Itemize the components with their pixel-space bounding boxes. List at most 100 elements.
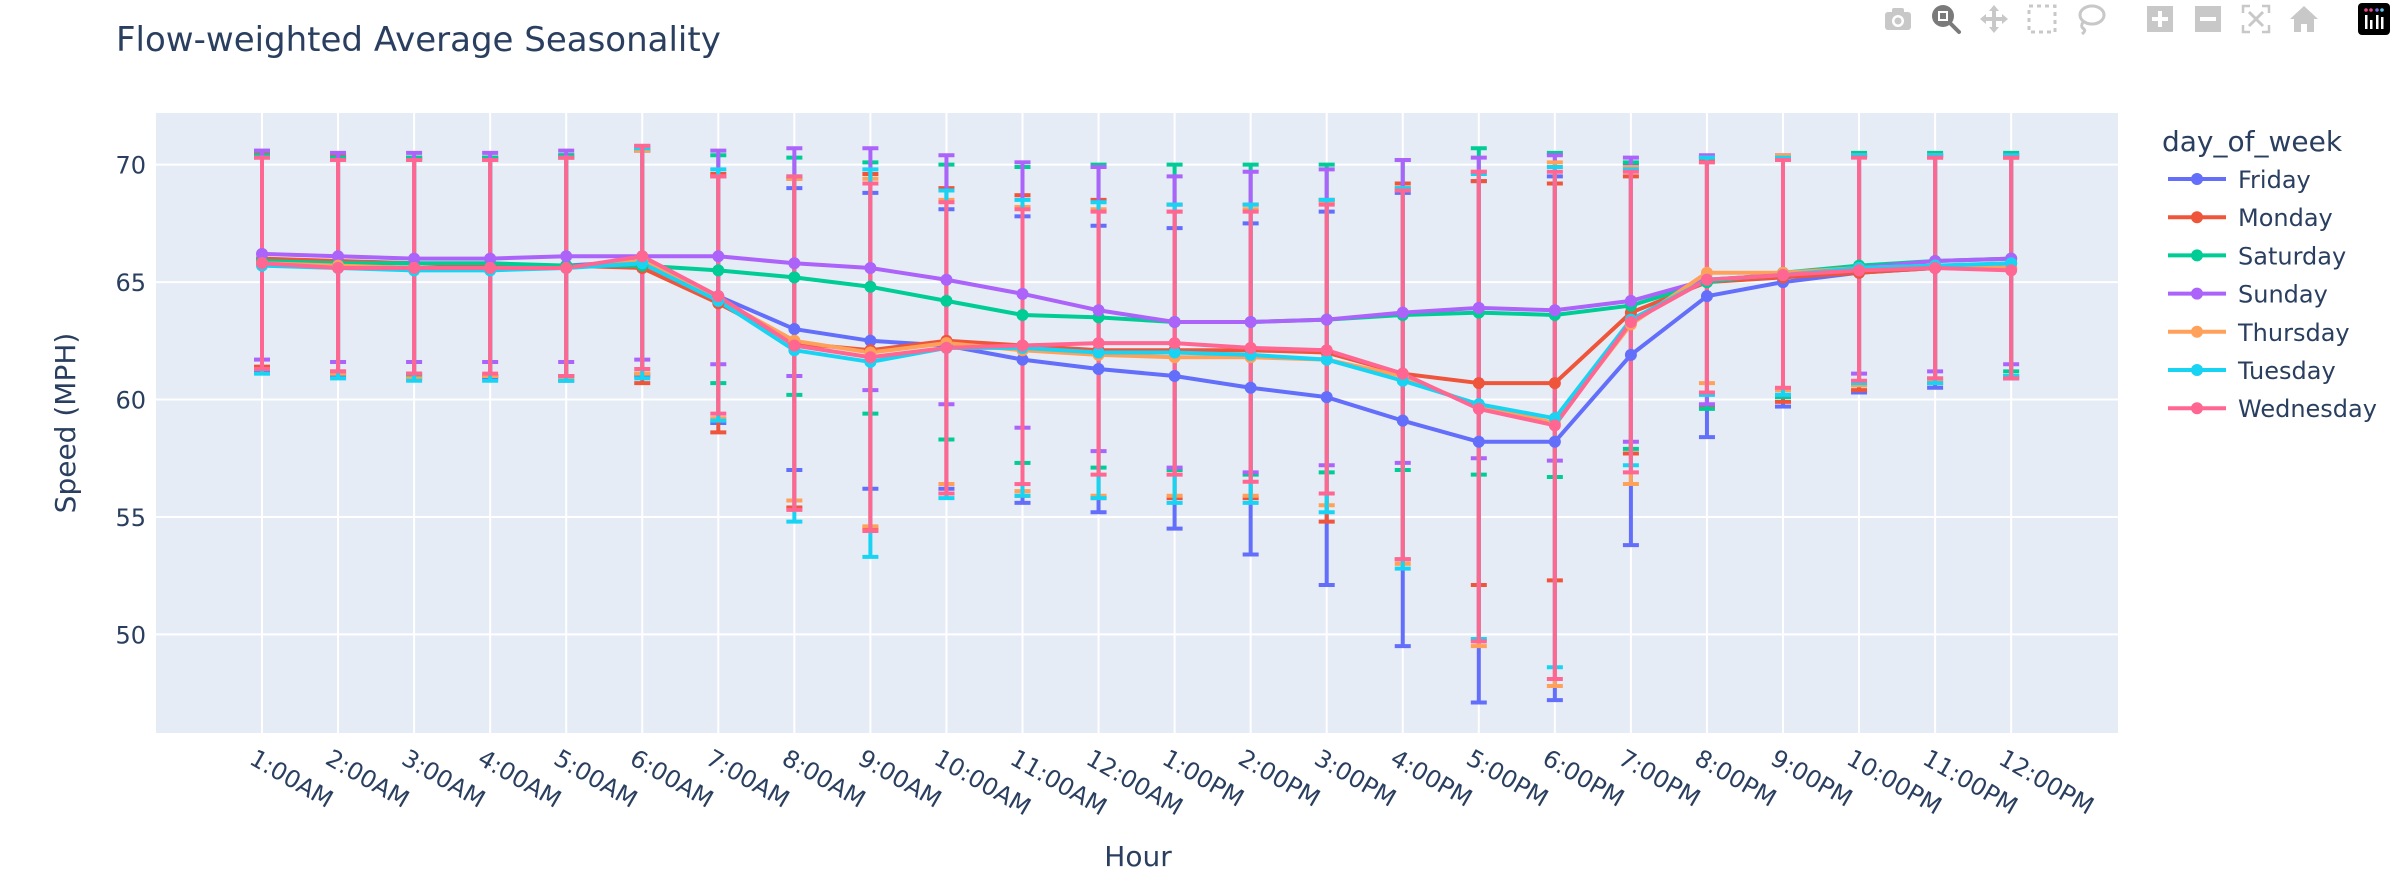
data-point xyxy=(1168,337,1181,350)
legend-label: Wednesday xyxy=(2238,395,2377,423)
data-point xyxy=(1624,316,1637,329)
data-point xyxy=(1472,435,1485,448)
legend-item-sunday[interactable]: Sunday xyxy=(2168,281,2328,309)
data-point xyxy=(788,339,801,352)
x-tick-label: 4:00PM xyxy=(1386,744,1477,813)
legend-swatch-marker xyxy=(2191,325,2203,338)
legend-swatch-marker xyxy=(2191,364,2203,376)
legend-label: Saturday xyxy=(2238,242,2346,270)
x-tick-label: 8:00PM xyxy=(1690,744,1781,813)
data-point xyxy=(1092,337,1105,350)
legend: day_of_week Friday Monday Saturday Sunday Th… xyxy=(2162,125,2377,423)
x-tick-label: 9:00AM xyxy=(853,744,946,814)
legend-swatch-marker xyxy=(2191,211,2203,224)
legend-swatch-marker xyxy=(2191,249,2203,262)
x-tick-label: 6:00PM xyxy=(1538,744,1629,813)
data-point xyxy=(864,351,877,364)
data-point xyxy=(636,250,649,263)
data-point xyxy=(712,264,725,277)
legend-item-saturday[interactable]: Saturday xyxy=(2168,242,2346,270)
legend-label: Friday xyxy=(2238,166,2311,194)
legend-swatch-marker xyxy=(2191,173,2203,185)
data-point xyxy=(1396,414,1409,427)
data-point xyxy=(1320,391,1333,404)
data-point xyxy=(1396,306,1409,319)
legend-swatch-marker xyxy=(2191,402,2203,415)
data-point xyxy=(1016,308,1029,321)
x-tick-label: 4:00AM xyxy=(473,744,566,814)
data-point xyxy=(1624,348,1637,361)
data-point xyxy=(1244,341,1257,354)
data-point xyxy=(332,262,345,274)
x-tick-label: 2:00AM xyxy=(321,744,414,814)
y-tick-label: 50 xyxy=(115,621,146,649)
x-tick-label: 5:00PM xyxy=(1462,744,1553,813)
data-point xyxy=(1777,269,1789,282)
data-point xyxy=(1853,264,1866,277)
data-point xyxy=(1320,344,1333,357)
x-tick-label: 6:00AM xyxy=(625,744,718,814)
y-tick-label: 55 xyxy=(115,504,146,532)
legend-item-thursday[interactable]: Thursday xyxy=(2168,319,2350,347)
data-point xyxy=(1548,419,1561,432)
y-tick-label: 60 xyxy=(115,387,146,415)
x-tick-label: 7:00AM xyxy=(701,744,794,814)
data-point xyxy=(712,290,725,303)
data-point xyxy=(1472,402,1485,415)
legend-item-wednesday[interactable]: Wednesday xyxy=(2168,395,2377,423)
legend-label: Monday xyxy=(2238,204,2333,232)
data-point xyxy=(712,250,725,263)
data-point xyxy=(1700,273,1713,286)
y-tick-label: 70 xyxy=(115,152,146,180)
data-point xyxy=(1548,304,1561,317)
data-point xyxy=(1092,304,1105,317)
x-tick-label: 2:00PM xyxy=(1234,744,1325,813)
data-point xyxy=(788,257,801,270)
data-point xyxy=(1396,367,1409,380)
legend-label: Sunday xyxy=(2238,281,2328,309)
data-point xyxy=(1472,301,1485,314)
data-point xyxy=(788,323,801,336)
legend-item-tuesday[interactable]: Tuesday xyxy=(2168,357,2336,385)
data-point xyxy=(1929,262,1942,274)
data-point xyxy=(1548,435,1561,448)
x-tick-label: 3:00AM xyxy=(397,744,490,814)
legend-label: Tuesday xyxy=(2237,357,2336,385)
x-tick-label: 5:00AM xyxy=(549,744,642,814)
x-tick-labels: 1:00AM2:00AM3:00AM4:00AM5:00AM6:00AM7:00… xyxy=(245,744,2099,821)
x-tick-label: 8:00AM xyxy=(777,744,870,814)
y-axis-title: Speed (MPH) xyxy=(49,333,82,514)
x-tick-label: 3:00PM xyxy=(1310,744,1401,813)
data-point xyxy=(408,262,421,274)
y-tick-label: 65 xyxy=(115,269,146,297)
data-point xyxy=(788,271,801,284)
legend-label: Thursday xyxy=(2237,319,2350,347)
chart-svg[interactable]: 50 55 60 65 70 1:00AM2:00AM3:00AM4:00AM5:00A… xyxy=(0,0,2404,890)
data-point xyxy=(940,341,953,354)
data-point xyxy=(864,280,877,293)
data-point xyxy=(864,262,877,274)
data-point xyxy=(560,250,573,263)
data-point xyxy=(1016,287,1029,300)
y-tick-labels: 50 55 60 65 70 xyxy=(115,152,146,650)
data-point xyxy=(1700,290,1713,303)
x-tick-label: 1:00AM xyxy=(245,744,338,814)
legend-item-monday[interactable]: Monday xyxy=(2168,204,2333,232)
data-point xyxy=(560,262,573,274)
data-point xyxy=(1168,370,1181,383)
data-point xyxy=(1168,316,1181,329)
data-point xyxy=(256,257,268,270)
data-point xyxy=(940,294,953,307)
data-point xyxy=(1244,316,1257,329)
legend-item-friday[interactable]: Friday xyxy=(2168,166,2311,194)
data-point xyxy=(1548,377,1561,390)
x-tick-label: 9:00PM xyxy=(1766,744,1857,813)
legend-title: day_of_week xyxy=(2162,125,2343,158)
data-point xyxy=(2005,264,2018,277)
plot-area[interactable] xyxy=(156,113,2118,733)
legend-swatch-marker xyxy=(2191,287,2203,300)
data-point xyxy=(1016,339,1029,352)
data-point xyxy=(484,262,497,274)
data-point xyxy=(1320,313,1333,326)
x-tick-label: 7:00PM xyxy=(1614,744,1705,813)
